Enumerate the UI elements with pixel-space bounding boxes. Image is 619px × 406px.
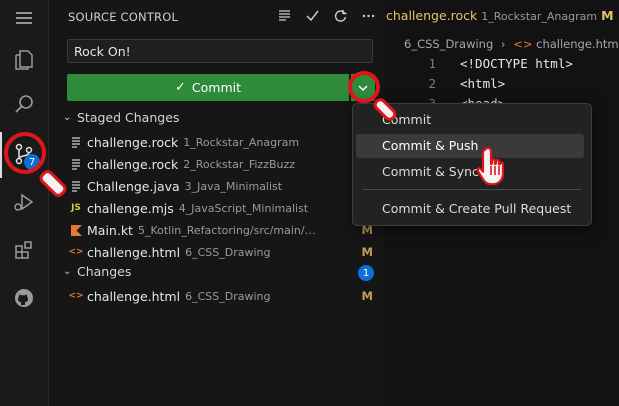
- file-path: 6_CSS_Drawing: [185, 245, 271, 259]
- active-indicator: [0, 132, 2, 178]
- commit-message-input[interactable]: Rock On!: [67, 39, 373, 63]
- file-path: 1_Rockstar_Anagram: [183, 135, 300, 149]
- list-tree-icon[interactable]: [277, 6, 291, 24]
- breadcrumb-folder[interactable]: 6_CSS_Drawing: [404, 37, 493, 51]
- file-name: Challenge.java: [87, 178, 180, 194]
- file-name: challenge.rock: [87, 134, 179, 150]
- hand-pointer-icon: [476, 146, 505, 186]
- file-status: M: [361, 289, 373, 303]
- html-file-icon: <>: [68, 291, 84, 301]
- explorer-icon[interactable]: [8, 44, 40, 76]
- extensions-icon[interactable]: [8, 234, 40, 266]
- commit-button[interactable]: ✓ Commit: [67, 74, 349, 101]
- file-row[interactable]: <> challenge.html 6_CSS_Drawing M: [68, 285, 379, 307]
- changes-count-badge: 1: [358, 265, 374, 281]
- annotation-ring: [4, 132, 46, 174]
- file-path: 3_Java_Minimalist: [184, 179, 283, 193]
- commit-button-label: Commit: [191, 80, 241, 95]
- refresh-icon[interactable]: [333, 6, 347, 24]
- menu-item-commit-push[interactable]: Commit & Push: [356, 134, 584, 158]
- file-row[interactable]: challenge.rock 2_Rockstar_FizzBuzz: [69, 153, 379, 175]
- kotlin-file-icon: [69, 223, 83, 237]
- check-icon: ✓: [174, 80, 186, 95]
- vscode-window: 7 SOURCE CONTROL Rock On! ✓ Commit ⌄ Sta…: [0, 0, 619, 406]
- code-text: <html>: [460, 76, 506, 91]
- breadcrumb: 6_CSS_Drawing › <> challenge.htm: [404, 37, 619, 51]
- file-path: 6_CSS_Drawing: [185, 289, 271, 303]
- menu-item-commit-sync[interactable]: Commit & Sync: [356, 160, 584, 184]
- javascript-file-icon: JS: [71, 203, 81, 213]
- file-row[interactable]: JS challenge.mjs 4_JavaScript_Minimalist: [69, 197, 379, 219]
- file-path: 5_Kotlin_Refactoring/src/main/kotlin/co.…: [137, 223, 320, 237]
- file-row[interactable]: Challenge.java 3_Java_Minimalist: [69, 175, 379, 197]
- changes-section[interactable]: ⌄ Changes: [63, 264, 131, 279]
- activity-bar: 7: [0, 0, 49, 406]
- github-icon[interactable]: [8, 282, 40, 314]
- code-text: <!DOCTYPE html>: [460, 56, 573, 71]
- file-name: challenge.mjs: [87, 200, 174, 216]
- tab-path: 1_Rockstar_Anagram: [481, 10, 598, 23]
- text-file-icon: [69, 135, 83, 149]
- source-control-panel: SOURCE CONTROL Rock On! ✓ Commit ⌄ Stage…: [49, 0, 385, 406]
- file-row[interactable]: challenge.rock 1_Rockstar_Anagram: [69, 131, 379, 153]
- staged-changes-section[interactable]: ⌄ Staged Changes: [63, 110, 179, 125]
- text-file-icon: [69, 179, 83, 193]
- panel-title: SOURCE CONTROL: [68, 10, 179, 24]
- file-path: 2_Rockstar_FizzBuzz: [183, 157, 296, 171]
- search-icon[interactable]: [8, 88, 40, 120]
- chevron-right-icon: ›: [500, 37, 506, 51]
- file-row[interactable]: Main.kt 5_Kotlin_Refactoring/src/main/kot…: [69, 219, 379, 241]
- menu-divider: [363, 189, 581, 190]
- staged-changes-label: Staged Changes: [77, 110, 180, 125]
- file-name: challenge.html: [87, 288, 181, 304]
- menu-item-commit-create-pr[interactable]: Commit & Create Pull Request: [356, 197, 584, 221]
- check-icon[interactable]: [305, 6, 319, 24]
- file-name: challenge.html: [87, 244, 181, 260]
- chevron-down-icon: ⌄: [63, 112, 72, 123]
- changes-label: Changes: [77, 264, 132, 279]
- file-name: Main.kt: [87, 222, 133, 238]
- menu-icon[interactable]: [8, 2, 40, 34]
- file-row[interactable]: <> challenge.html 6_CSS_Drawing M: [68, 241, 379, 263]
- editor-tab[interactable]: challenge.rock 1_Rockstar_Anagram M: [386, 8, 614, 23]
- breadcrumb-file[interactable]: challenge.htm: [536, 37, 618, 51]
- chevron-down-icon: ⌄: [63, 266, 72, 277]
- html-file-icon: <>: [513, 37, 533, 51]
- tab-status: M: [601, 8, 614, 23]
- tab-filename: challenge.rock: [386, 8, 478, 23]
- text-file-icon: [69, 157, 83, 171]
- run-debug-icon[interactable]: [8, 186, 40, 218]
- panel-toolbar: [277, 6, 375, 24]
- file-name: challenge.rock: [87, 156, 179, 172]
- file-path: 4_JavaScript_Minimalist: [178, 201, 309, 215]
- commit-options-menu: Commit Commit & Push Commit & Sync Commi…: [352, 103, 592, 226]
- file-status: M: [361, 245, 373, 259]
- annotation-ring: [348, 71, 380, 103]
- more-icon[interactable]: [361, 6, 375, 24]
- html-file-icon: <>: [68, 247, 84, 257]
